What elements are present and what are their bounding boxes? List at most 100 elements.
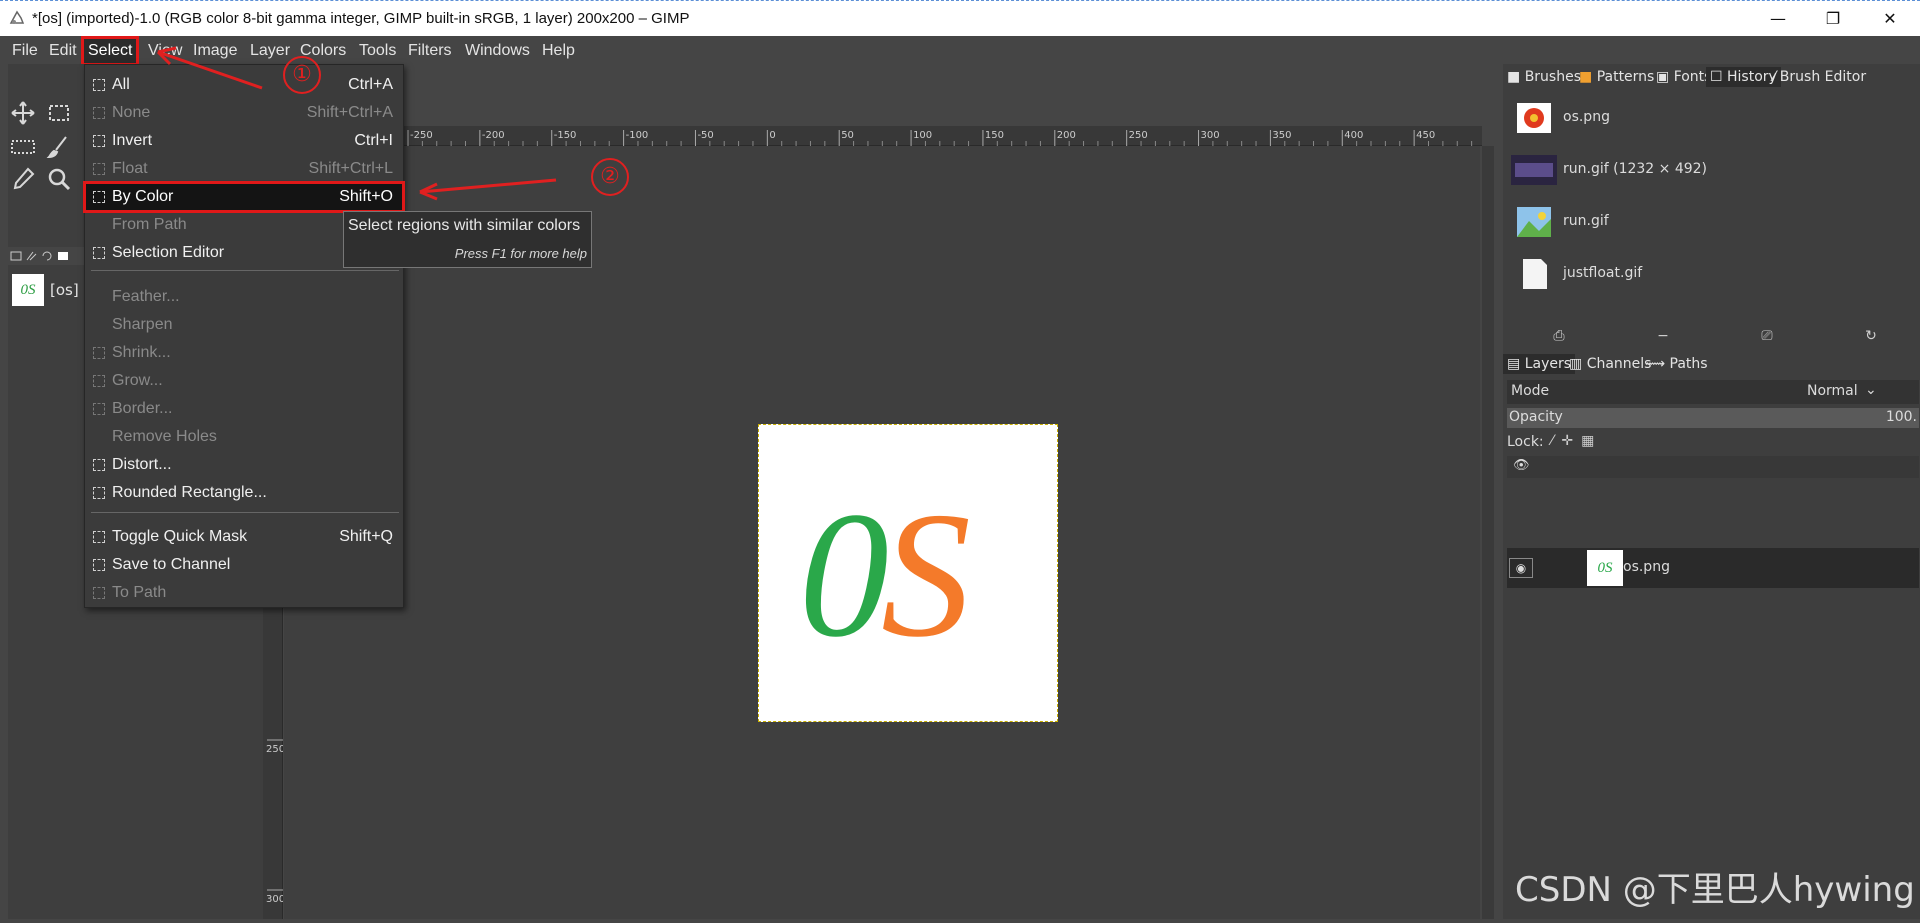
select-menu-item-shortcut: Shift+Ctrl+L xyxy=(308,160,393,177)
ruler-tick-label: 300 xyxy=(266,894,283,905)
menu-layer[interactable]: Layer xyxy=(246,39,294,63)
history-refresh-button[interactable]: ↻ xyxy=(1859,326,1883,346)
close-button[interactable]: ✕ xyxy=(1870,7,1910,31)
select-menu-item-label: Sharpen xyxy=(112,316,173,333)
select-menu-item-sharpen[interactable]: Sharpen xyxy=(85,311,403,339)
select-menu-item-shortcut: Shift+Ctrl+A xyxy=(306,104,393,121)
restore-button[interactable]: ❐ xyxy=(1813,7,1853,31)
layer-item[interactable]: ◉ 0S os.png xyxy=(1507,548,1919,588)
image-letter-orange: S xyxy=(881,475,971,674)
history-item[interactable]: run.gif (1232 × 492) xyxy=(1507,146,1917,196)
history-item-label: run.gif (1232 × 492) xyxy=(1563,161,1708,177)
select-menu-item-float[interactable]: Float Shift+Ctrl+L xyxy=(85,155,403,183)
mode-dropdown[interactable]: Normal xyxy=(1807,383,1858,399)
vertical-scrollbar[interactable] xyxy=(1482,146,1494,919)
eye-icon[interactable]: ◉ xyxy=(1509,558,1533,578)
paintbrush-tool-icon[interactable] xyxy=(44,132,74,162)
menu-file[interactable]: File xyxy=(8,39,42,63)
menu-help[interactable]: Help xyxy=(538,39,579,63)
select-menu-item-label: Save to Channel xyxy=(112,556,231,573)
select-menu-item-shrink[interactable]: Shrink... xyxy=(85,339,403,367)
select-all-icon xyxy=(93,79,105,91)
tooltip-help: Press F1 for more help xyxy=(454,246,587,261)
select-menu-item-feather[interactable]: Feather... xyxy=(85,283,403,311)
history-item-label: run.gif xyxy=(1563,213,1609,229)
select-menu-item-by-color[interactable]: By Color Shift+O xyxy=(83,181,405,213)
horizontal-ruler-ticks: -250 -200 -150 -100 -50 0 50 100 150 200 250 300 350… xyxy=(407,130,1473,146)
zoom-tool-icon[interactable] xyxy=(44,164,74,194)
tab-paths-label: Paths xyxy=(1669,356,1708,372)
move-tool-icon[interactable] xyxy=(8,98,38,128)
image-content: 0S xyxy=(799,485,971,665)
history-thumb-icon xyxy=(1523,259,1547,289)
select-menu-item-toggle-quick-mask[interactable]: Toggle Quick Mask Shift+Q xyxy=(85,523,403,551)
select-menu-item-grow[interactable]: Grow... xyxy=(85,367,403,395)
dock-tab-icons[interactable] xyxy=(10,250,70,262)
menu-windows[interactable]: Windows xyxy=(461,39,534,63)
menu-bar: File Edit Select View Image Layer Colors… xyxy=(0,36,1920,66)
ruler-tick-label: 450 xyxy=(1416,130,1435,141)
ruler-tick-label: 250 xyxy=(266,744,283,755)
shrink-icon xyxy=(93,347,105,359)
history-undo-button[interactable]: ⎙ xyxy=(1547,326,1571,346)
menu-select[interactable]: Select xyxy=(80,36,140,66)
select-menu-item-label: Distort... xyxy=(112,456,172,473)
history-thumb-icon xyxy=(1517,103,1551,133)
lock-label: Lock: xyxy=(1507,434,1544,450)
select-menu-item-rounded-rectangle[interactable]: Rounded Rectangle... xyxy=(85,479,403,507)
menu-filters[interactable]: Filters xyxy=(404,39,456,63)
menu-tools[interactable]: Tools xyxy=(355,39,400,63)
opacity-slider[interactable]: Opacity 100. xyxy=(1507,408,1919,428)
ruler-tick-label: -200 xyxy=(482,130,505,141)
select-menu-item-label: Feather... xyxy=(112,288,180,305)
gradient-tool-icon[interactable] xyxy=(8,132,38,162)
select-menu-item-label: Invert xyxy=(112,132,153,149)
chevron-down-icon[interactable]: ⌄ xyxy=(1865,382,1877,398)
menu-separator xyxy=(91,270,399,271)
minimize-button[interactable]: — xyxy=(1758,7,1798,31)
tab-paths[interactable]: ⟿ Paths xyxy=(1641,354,1712,374)
select-menu-item-none[interactable]: None Shift+Ctrl+A xyxy=(85,99,403,127)
save-channel-icon xyxy=(93,559,105,571)
select-menu-item-label: By Color xyxy=(112,188,174,205)
image-thumbnail: 0S xyxy=(12,274,44,306)
menu-edit[interactable]: Edit xyxy=(45,39,81,63)
select-menu-item-border[interactable]: Border... xyxy=(85,395,403,423)
lock-icons[interactable]: ⁄✛▦ xyxy=(1551,433,1602,449)
menu-view[interactable]: View xyxy=(144,39,186,63)
tab-brushes-label: Brushes xyxy=(1524,69,1581,85)
tab-brushes[interactable]: ■ Brushes xyxy=(1503,67,1585,87)
right-dock: ■ Brushes ■ Patterns ▣ Fonts ☐ History ⁄… xyxy=(1503,64,1920,919)
rect-select-tool-icon[interactable] xyxy=(44,98,74,128)
select-menu-item-all[interactable]: All Ctrl+A xyxy=(85,71,403,99)
tab-brush-editor-label: Brush Editor xyxy=(1779,69,1867,85)
ruler-tick-label: -100 xyxy=(626,130,649,141)
select-menu-item-to-path[interactable]: To Path xyxy=(85,579,403,607)
menu-image[interactable]: Image xyxy=(189,39,241,63)
select-menu-item-label: Border... xyxy=(112,400,173,417)
ruler-tick-label: 400 xyxy=(1344,130,1363,141)
history-item[interactable]: justfloat.gif xyxy=(1507,250,1917,300)
ruler-tick-label: 300 xyxy=(1201,130,1220,141)
select-menu-item-invert[interactable]: Invert Ctrl+I xyxy=(85,127,403,155)
history-item[interactable]: run.gif xyxy=(1507,198,1917,248)
ruler-tick-label: 250 xyxy=(1129,130,1148,141)
horizontal-ruler: -250 -200 -150 -100 -50 0 50 100 150 200 250 300 350… xyxy=(404,126,1482,146)
selection-editor-icon xyxy=(93,247,105,259)
ruler-tick-label: 200 xyxy=(1057,130,1076,141)
select-menu-item-distort[interactable]: Distort... xyxy=(85,451,403,479)
ruler-tick-label: 50 xyxy=(841,130,854,141)
history-minus-button[interactable]: − xyxy=(1651,326,1675,346)
color-picker-tool-icon[interactable] xyxy=(8,164,38,194)
history-clear-button[interactable]: ⎚ xyxy=(1755,326,1779,346)
image-os-png[interactable]: 0S xyxy=(758,424,1058,722)
select-menu-item-remove-holes[interactable]: Remove Holes xyxy=(85,423,403,451)
select-none-icon xyxy=(93,107,105,119)
tab-brush-editor[interactable]: ⁄ Brush Editor xyxy=(1769,67,1870,87)
tab-patterns[interactable]: ■ Patterns xyxy=(1575,67,1658,87)
history-item[interactable]: os.png xyxy=(1507,94,1917,144)
mode-label: Mode xyxy=(1511,383,1550,399)
ruler-tick-label: 150 xyxy=(985,130,1004,141)
select-menu-item-save-to-channel[interactable]: Save to Channel xyxy=(85,551,403,579)
layer-name: os.png xyxy=(1623,559,1670,575)
